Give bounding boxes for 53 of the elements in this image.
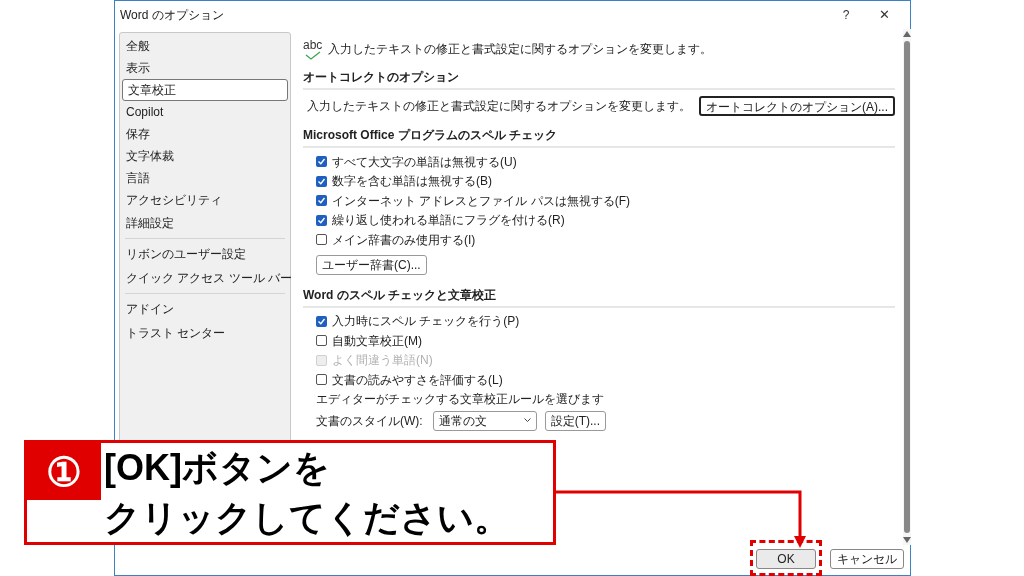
checkbox[interactable]	[316, 195, 327, 207]
sidebar-item[interactable]: Copilot	[122, 101, 288, 123]
sidebar-item[interactable]: 文字体裁	[122, 145, 288, 167]
section-heading: オートコレクトのオプション	[303, 69, 459, 86]
help-button[interactable]: ?	[834, 6, 858, 24]
callout-text: クリックしてください。	[104, 496, 510, 540]
callout-text: [OK]ボタンを	[104, 446, 330, 490]
checkbox[interactable]	[316, 214, 327, 226]
dialog-button[interactable]: キャンセル	[830, 549, 904, 569]
checkbox-label: 文書の読みやすさを評価する(L)	[332, 371, 503, 389]
checkbox[interactable]	[316, 374, 327, 386]
number-text: ①	[46, 448, 82, 496]
checkbox[interactable]	[316, 234, 327, 246]
checkbox[interactable]	[316, 315, 327, 327]
checkbox-label: インターネット アドレスとファイル パスは無視する(F)	[332, 192, 630, 210]
intro-text: 入力したテキストの修正と書式設定に関するオプションを変更します。	[328, 41, 713, 58]
chevron-down-icon	[523, 418, 531, 423]
checkbox-label: よく間違う単語(N)	[332, 352, 433, 370]
checkbox-label: 入力時にスペル チェックを行う(P)	[332, 313, 520, 331]
checkbox[interactable]	[316, 175, 327, 187]
checkbox-label: メイン辞書のみ使用する(I)	[332, 231, 476, 249]
window-title: Word のオプション	[120, 7, 224, 24]
sidebar-item[interactable]: アドイン	[122, 297, 288, 321]
field-label: 文書のスタイル(W):	[316, 412, 423, 430]
sidebar-item[interactable]: 詳細設定	[122, 211, 288, 235]
dialog-button[interactable]: ユーザー辞書(C)...	[316, 254, 427, 275]
scroll-up-icon[interactable]	[903, 31, 911, 37]
dialog-button[interactable]: オートコレクトのオプション(A)...	[699, 96, 895, 116]
sidebar-item[interactable]: 言語	[122, 167, 288, 189]
sidebar-item[interactable]: 表示	[122, 57, 288, 79]
scroll-thumb[interactable]	[904, 41, 910, 533]
checkbox[interactable]	[316, 156, 327, 168]
sidebar-item[interactable]: トラスト センター	[122, 321, 288, 345]
sidebar-item[interactable]: アクセシビリティ	[122, 189, 288, 211]
section-heading: Word のスペル チェックと文章校正	[303, 286, 497, 304]
checkbox[interactable]	[316, 335, 327, 347]
checkbox-label: 数字を含む単語は無視する(B)	[332, 173, 492, 191]
style-dropdown[interactable]: 通常の文	[432, 410, 537, 431]
dialog-button[interactable]: OK	[756, 549, 816, 569]
description-text: 入力したテキストの修正と書式設定に関するオプションを変更します。	[307, 98, 691, 115]
sidebar-item[interactable]: リボンのユーザー設定	[122, 242, 288, 266]
checkbox-label: 自動文章校正(M)	[332, 332, 422, 350]
sidebar-item[interactable]: 保存	[122, 123, 288, 145]
checkbox-label: 繰り返し使われる単語にフラグを付ける(R)	[332, 212, 565, 230]
scroll-down-icon[interactable]	[903, 537, 911, 543]
sidebar-item[interactable]: 全般	[122, 35, 288, 57]
section-heading: Microsoft Office プログラムのスペル チェック	[303, 127, 557, 144]
close-button[interactable]: ✕	[872, 5, 896, 25]
instruction-text: エディターがチェックする文章校正ルールを選びます	[315, 390, 604, 408]
sidebar-item[interactable]: 文章校正	[122, 79, 288, 101]
checkbox-label: すべて大文字の単語は無視する(U)	[332, 153, 517, 171]
dialog-button[interactable]: 設定(T)...	[544, 410, 606, 431]
scrollbar[interactable]	[903, 29, 911, 545]
